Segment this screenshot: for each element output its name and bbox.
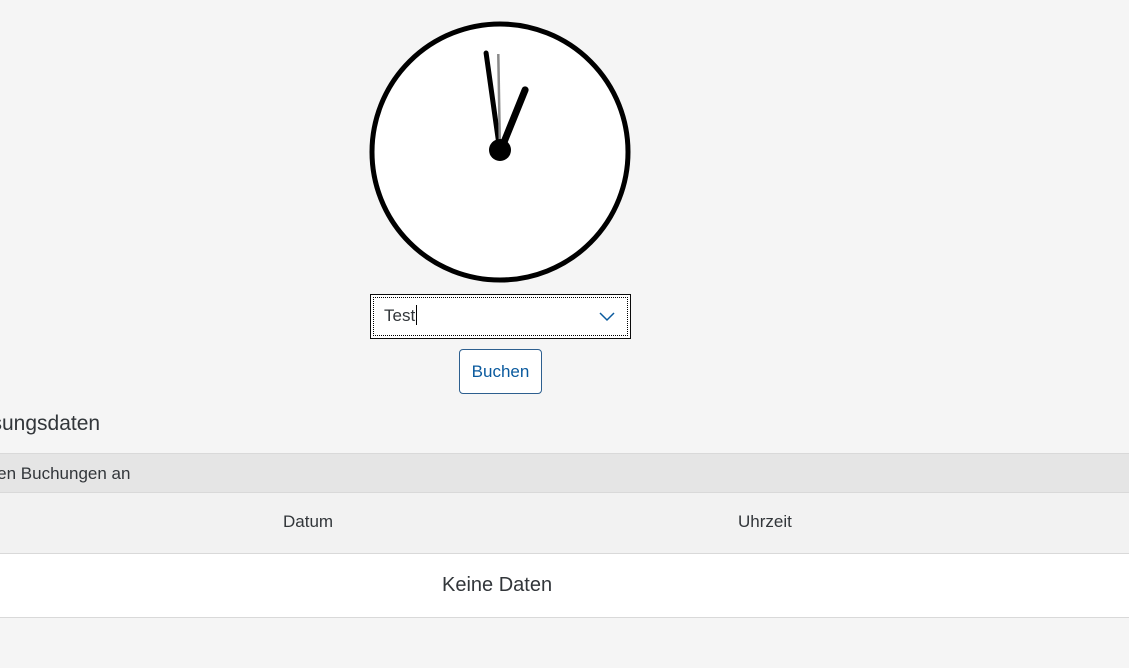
column-header-uhrzeit[interactable]: Uhrzeit [738,512,792,532]
second-hand [497,53,502,153]
table-column-header: Datum Uhrzeit [0,493,1129,554]
clock-face [369,21,631,283]
chevron-down-icon[interactable] [598,309,616,323]
text-caret [416,305,418,325]
buchen-button[interactable]: Buchen [459,349,542,394]
section-title: ssungsdaten [0,412,101,435]
no-data-text: Keine Daten [442,574,553,596]
user-select-combobox[interactable]: Test [370,294,631,339]
table-toolbar-text: gten Buchungen an [0,464,131,483]
table-toolbar: gten Buchungen an [0,453,1129,493]
column-header-datum[interactable]: Datum [283,512,333,532]
analog-clock [367,18,633,284]
table-no-data-row: Keine Daten [0,554,1129,618]
combobox-value[interactable]: Test [384,305,418,327]
clock-center [489,139,511,161]
page: Test Buchen ssungsdaten gten Buchungen a… [0,0,1129,668]
